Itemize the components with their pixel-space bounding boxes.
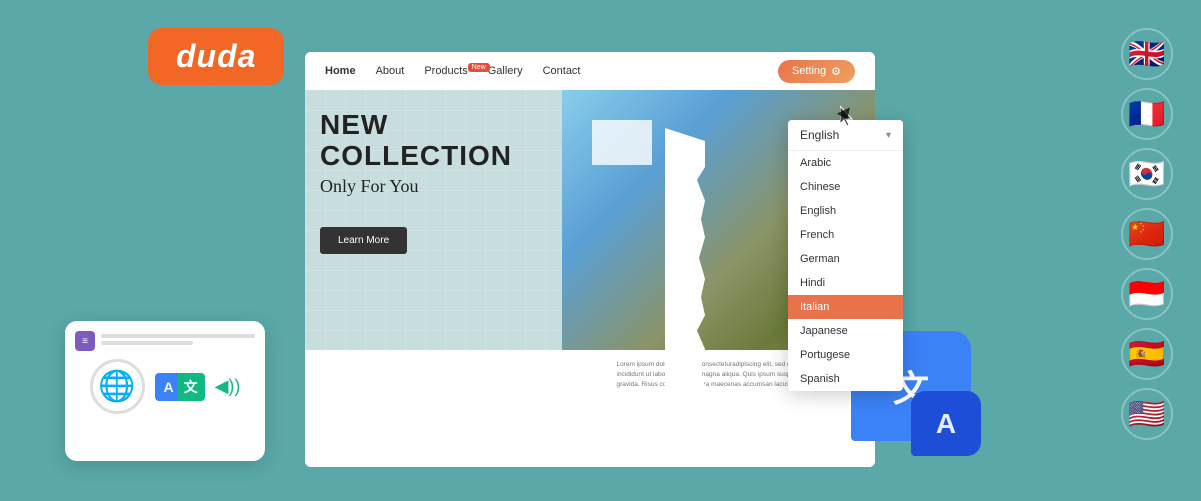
nav-about[interactable]: About (376, 65, 405, 77)
flag-uk: 🇬🇧 (1121, 28, 1173, 80)
translate-badge: A 文 (155, 373, 205, 401)
widget-icon: ≡ (75, 331, 95, 351)
translation-widget-card: ≡ 🌐 A 文 ◀)) (65, 321, 265, 461)
lang-option-hindi[interactable]: Hindi (788, 271, 903, 295)
widget-line-1 (101, 334, 255, 338)
globe-icon: 🌐 (90, 359, 145, 414)
a-char-icon: A (936, 408, 956, 440)
widget-globe-area: 🌐 A 文 ◀)) (75, 359, 255, 414)
duda-logo-text: duda (176, 38, 256, 74)
duda-logo: duda (148, 28, 284, 85)
torn-paper-effect (665, 128, 705, 388)
flag-indonesia: 🇮🇩 (1121, 268, 1173, 320)
hero-white-rect (592, 120, 652, 165)
widget-line-2 (101, 341, 193, 345)
lang-option-german[interactable]: German (788, 247, 903, 271)
flag-france: 🇫🇷 (1121, 88, 1173, 140)
flag-korea: 🇰🇷 (1121, 148, 1173, 200)
lang-option-portugese[interactable]: Portugese (788, 343, 903, 367)
learn-more-button[interactable]: Learn More (320, 227, 407, 254)
setting-label: Setting (792, 65, 826, 77)
flags-column: 🇬🇧 🇫🇷 🇰🇷 🇨🇳 🇮🇩 🇪🇸 🇺🇸 (1121, 28, 1173, 440)
flag-spain: 🇪🇸 (1121, 328, 1173, 380)
lang-option-arabic[interactable]: Arabic (788, 151, 903, 175)
lang-option-french[interactable]: French (788, 223, 903, 247)
translate-bubble-front: A (911, 391, 981, 456)
lang-option-italian[interactable]: Italian (788, 295, 903, 319)
nav-products[interactable]: Products New (424, 65, 467, 77)
widget-header: ≡ (75, 331, 255, 351)
lang-option-japanese[interactable]: Japanese (788, 319, 903, 343)
mockup-navbar: Home About Products New Gallery Contact … (305, 52, 875, 90)
mouse-cursor (840, 106, 856, 128)
sound-wave-icon: ◀)) (215, 376, 241, 397)
dropdown-arrow-icon: ▾ (886, 130, 891, 141)
flag-usa: 🇺🇸 (1121, 388, 1173, 440)
hero-subtitle: Only For You (320, 176, 547, 197)
lang-option-english[interactable]: English (788, 199, 903, 223)
nav-badge-new: New (468, 63, 490, 72)
flag-china: 🇨🇳 (1121, 208, 1173, 260)
setting-button[interactable]: Setting ⚙ (778, 60, 855, 83)
lang-selected-label: English (800, 128, 839, 142)
lang-option-spanish[interactable]: Spanish (788, 367, 903, 391)
gear-icon: ⚙ (831, 65, 841, 78)
lang-option-chinese[interactable]: Chinese (788, 175, 903, 199)
hero-text: NEW COLLECTION Only For You Learn More (305, 90, 562, 350)
nav-gallery[interactable]: Gallery (488, 65, 523, 77)
badge-chinese: 文 (177, 373, 205, 401)
nav-home[interactable]: Home (325, 65, 356, 77)
language-dropdown[interactable]: English ▾ Arabic Chinese English French … (788, 120, 903, 391)
hero-title: NEW COLLECTION (320, 110, 547, 172)
widget-lines (101, 334, 255, 348)
nav-contact[interactable]: Contact (543, 65, 581, 77)
